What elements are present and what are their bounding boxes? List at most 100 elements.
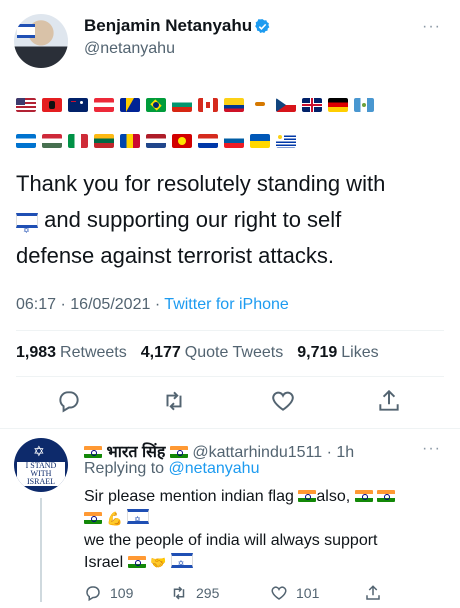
verified-badge-icon	[255, 19, 270, 33]
tweet-meta: 06:17 · 16/05/2021 · Twitter for iPhone	[16, 296, 289, 314]
uruguay-flag-icon	[276, 134, 296, 148]
reply-text-segment: Sir please mention indian flag	[84, 488, 294, 505]
retweets-stat[interactable]: 1,983 Retweets	[16, 344, 127, 362]
replying-prefix: Replying to	[84, 460, 165, 477]
reply-text-segment: Israel	[84, 554, 124, 571]
replying-to: Replying to @netanyahu	[84, 460, 259, 478]
germany-flag-icon	[328, 98, 348, 112]
like-icon[interactable]	[270, 388, 296, 414]
avatar-logo-text: I STAND WITH ISRAEL	[17, 462, 65, 486]
india-flag-icon	[298, 490, 317, 502]
tweet-stats: 1,983 Retweets 4,177 Quote Tweets 9,719 Lik…	[16, 344, 379, 362]
canada-flag-icon	[198, 98, 218, 112]
flexed-biceps-icon: 💪	[106, 511, 123, 526]
reply-text-line: Israel 🤝	[84, 552, 444, 575]
reply-header: भारत सिंह @kattarhindu1511 · 1h	[84, 440, 354, 462]
reply-text-line: 💪	[84, 508, 444, 531]
retweets-count: 1,983	[16, 344, 57, 361]
cyprus-flag-icon	[250, 98, 270, 112]
quote-tweets-label: Quote Tweets	[184, 344, 284, 361]
tweet-text: Thank you for resolutely standing with a…	[16, 166, 436, 274]
flag-row-2	[16, 134, 296, 150]
author-avatar[interactable]	[14, 14, 68, 68]
reply-text-line: we the people of india will always suppo…	[84, 532, 378, 549]
retweet-icon[interactable]	[161, 388, 187, 414]
netherlands-flag-icon	[146, 134, 166, 148]
author-handle[interactable]: @netanyahu	[84, 40, 175, 58]
reply-icon	[86, 586, 100, 602]
austria-flag-icon	[94, 98, 114, 112]
tweet-time[interactable]: 06:17	[16, 296, 56, 313]
share-icon	[366, 585, 380, 600]
star-of-david-icon: ✡	[33, 443, 45, 459]
albania-flag-icon	[42, 98, 62, 112]
slovenia-flag-icon	[224, 134, 244, 148]
retweets-label: Retweets	[60, 344, 127, 361]
divider	[0, 428, 460, 429]
reply-author-handle[interactable]: @kattarhindu1511	[192, 444, 322, 461]
israel-flag-icon	[17, 24, 35, 38]
retweet-icon	[173, 586, 185, 600]
reply-age[interactable]: 1h	[336, 444, 354, 461]
india-flag-icon	[84, 512, 102, 524]
north-macedonia-flag-icon	[172, 134, 192, 148]
flag-row-1	[16, 98, 374, 114]
divider	[16, 376, 444, 377]
replying-to-handle[interactable]: @netanyahu	[169, 460, 260, 477]
reply-actions: 109 295 101	[84, 584, 384, 606]
uk-flag-icon	[302, 98, 322, 112]
meta-separator: ·	[60, 296, 66, 313]
reply-text: Sir please mention indian flag also, 💪 w…	[84, 486, 444, 575]
reply-retweet-button[interactable]: 295	[170, 584, 219, 602]
reply-share-button[interactable]	[364, 584, 382, 602]
usa-flag-icon	[16, 98, 36, 112]
divider	[16, 330, 444, 331]
retweet-count: 295	[196, 585, 220, 601]
like-count: 101	[296, 585, 320, 601]
hungary-flag-icon	[42, 134, 62, 148]
moldova-flag-icon	[120, 134, 140, 148]
honduras-flag-icon	[16, 134, 36, 148]
likes-stat[interactable]: 9,719 Likes	[297, 344, 378, 362]
guatemala-flag-icon	[354, 98, 374, 112]
australia-flag-icon	[68, 98, 88, 112]
india-flag-icon	[169, 446, 188, 458]
reply-text-line: Sir please mention indian flag also,	[84, 486, 444, 508]
tweet-date[interactable]: 16/05/2021	[70, 296, 150, 313]
reply-like-button[interactable]: 101	[270, 584, 319, 602]
india-flag-icon	[127, 556, 146, 568]
reply-reply-button[interactable]: 109	[84, 584, 133, 602]
india-flag-icon	[377, 490, 396, 502]
more-icon[interactable]: ···	[422, 18, 441, 36]
quote-tweets-count: 4,177	[140, 344, 181, 361]
tweet-text-line: Thank you for resolutely standing with	[16, 171, 386, 196]
israel-flag-icon	[16, 213, 38, 249]
bosnia-flag-icon	[120, 98, 140, 112]
meta-separator: ·	[154, 296, 161, 313]
likes-count: 9,719	[297, 344, 338, 361]
reply-author-avatar[interactable]: ✡ I STAND WITH ISRAEL	[14, 438, 68, 492]
ukraine-flag-icon	[250, 134, 270, 148]
share-icon[interactable]	[376, 388, 402, 414]
tweet-text-segment: and supporting our right to self	[38, 207, 342, 232]
india-flag-icon	[354, 490, 373, 502]
reply-count: 109	[110, 585, 134, 601]
tweet-source-link[interactable]: Twitter for iPhone	[164, 296, 289, 313]
like-icon	[271, 586, 287, 600]
israel-flag-icon	[127, 509, 150, 531]
brazil-flag-icon	[146, 98, 166, 112]
italy-flag-icon	[68, 134, 88, 148]
tweet-actions	[0, 388, 460, 418]
author-display-name[interactable]: Benjamin Netanyahu	[84, 16, 252, 36]
lithuania-flag-icon	[94, 134, 114, 148]
meta-separator: ·	[326, 444, 332, 461]
reply-author-name[interactable]: भारत सिंह	[106, 444, 165, 461]
more-icon[interactable]: ···	[422, 440, 441, 458]
reply-icon[interactable]	[56, 388, 82, 414]
quote-tweets-stat[interactable]: 4,177 Quote Tweets	[141, 344, 283, 362]
paraguay-flag-icon	[198, 134, 218, 148]
thread-line	[40, 498, 42, 602]
handshake-icon: 🤝	[150, 555, 167, 570]
czech-flag-icon	[276, 98, 296, 112]
bulgaria-flag-icon	[172, 98, 192, 112]
